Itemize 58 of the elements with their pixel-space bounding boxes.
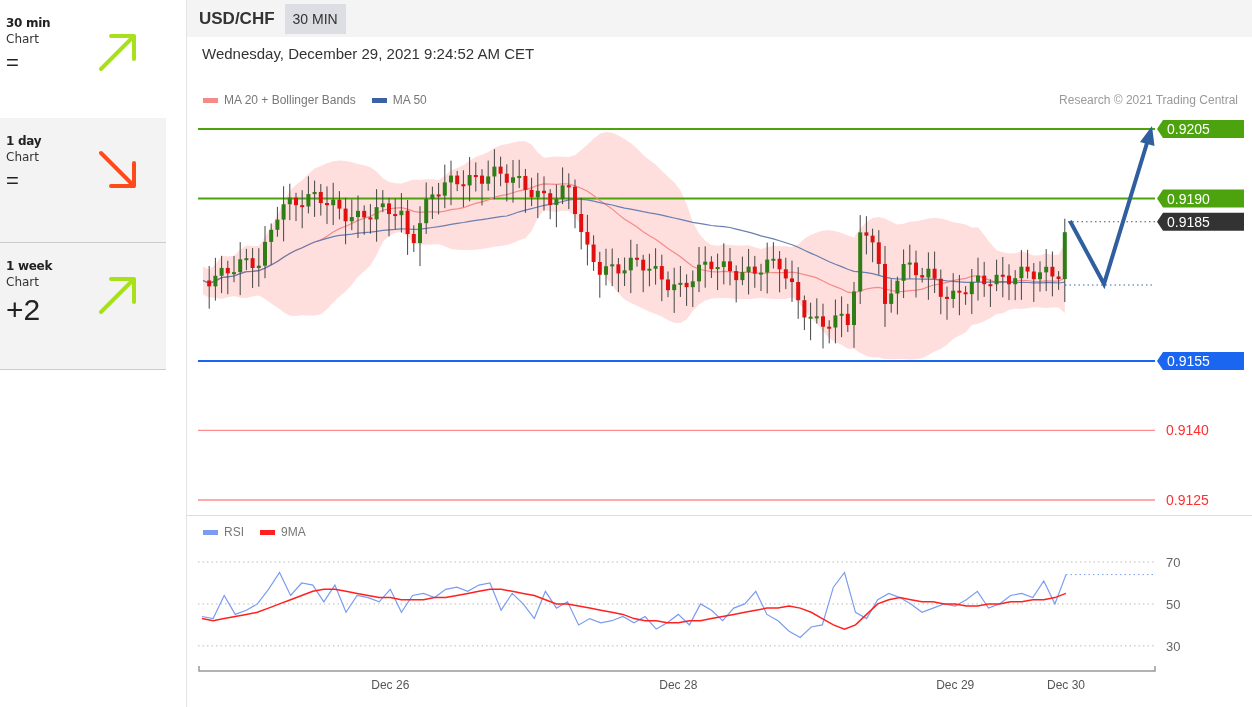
period-label: 30 min xyxy=(6,16,51,30)
legend-label: 9MA xyxy=(281,525,306,539)
candlestick xyxy=(635,243,639,268)
candlestick xyxy=(821,303,825,349)
candlestick xyxy=(1038,260,1042,293)
candlestick xyxy=(480,168,484,206)
legend-label: MA 50 xyxy=(392,93,427,107)
period-label: 1 week xyxy=(6,259,53,273)
candlestick xyxy=(418,205,422,267)
timeframe-card[interactable]: 1 day Chart = xyxy=(0,118,166,243)
timeframe-badge: 30 MIN xyxy=(284,3,346,34)
axis-tick-label: 50 xyxy=(1166,596,1181,612)
axis-tick-label: Dec 28 xyxy=(659,678,698,692)
legend-label: MA 20 + Bollinger Bands xyxy=(224,93,356,107)
candlestick xyxy=(263,225,267,279)
candlestick xyxy=(852,281,856,349)
axis-tick-label: Dec 26 xyxy=(371,678,410,692)
axis-tick-label: 70 xyxy=(1166,555,1181,570)
timeframe-card[interactable]: 1 week Chart +2 xyxy=(0,243,166,370)
timestamp: Wednesday, December 29, 2021 9:24:52 AM CET xyxy=(202,45,535,62)
chart-label: Chart xyxy=(6,275,40,289)
chart-label: Chart xyxy=(6,150,40,164)
price-tag: 0.9155 xyxy=(1157,351,1244,370)
axis-tick-label: 30 xyxy=(1166,638,1181,654)
candlestick xyxy=(666,271,670,298)
candlestick xyxy=(387,197,391,237)
candlestick xyxy=(790,260,794,303)
candlestick xyxy=(976,257,980,302)
period-label: 1 day xyxy=(6,134,42,148)
candlestick xyxy=(604,248,608,286)
axis-tick-label: Dec 30 xyxy=(1047,678,1085,692)
price-tag: 0.9185 xyxy=(1157,212,1244,231)
price-tag: 0.9205 xyxy=(1157,120,1244,138)
copyright-text: Research © 2021 Trading Central xyxy=(1059,93,1238,107)
score-value: = xyxy=(6,168,20,194)
candlestick xyxy=(914,250,918,298)
candlestick xyxy=(542,175,546,212)
price-label: 0.9125 xyxy=(1166,492,1209,508)
price-tag: 0.9190 xyxy=(1157,189,1244,208)
score-value: = xyxy=(6,50,20,76)
candlestick xyxy=(1007,263,1011,301)
candlestick xyxy=(325,185,329,225)
symbol-title: USD/CHF xyxy=(199,8,275,29)
candlestick xyxy=(697,246,701,293)
candlestick xyxy=(945,286,949,321)
chart-label: Chart xyxy=(6,32,40,46)
candlestick xyxy=(511,159,515,204)
candlestick xyxy=(232,255,236,283)
candlestick xyxy=(356,195,360,239)
candlestick xyxy=(573,179,577,229)
candlestick xyxy=(449,160,453,206)
price-label: 0.9140 xyxy=(1166,422,1209,439)
axis-tick-label: Dec 29 xyxy=(936,678,975,692)
candlestick xyxy=(728,247,732,286)
legend-label: RSI xyxy=(224,525,244,539)
candlestick xyxy=(759,263,763,292)
score-value: +2 xyxy=(6,293,42,327)
candlestick xyxy=(294,192,298,222)
